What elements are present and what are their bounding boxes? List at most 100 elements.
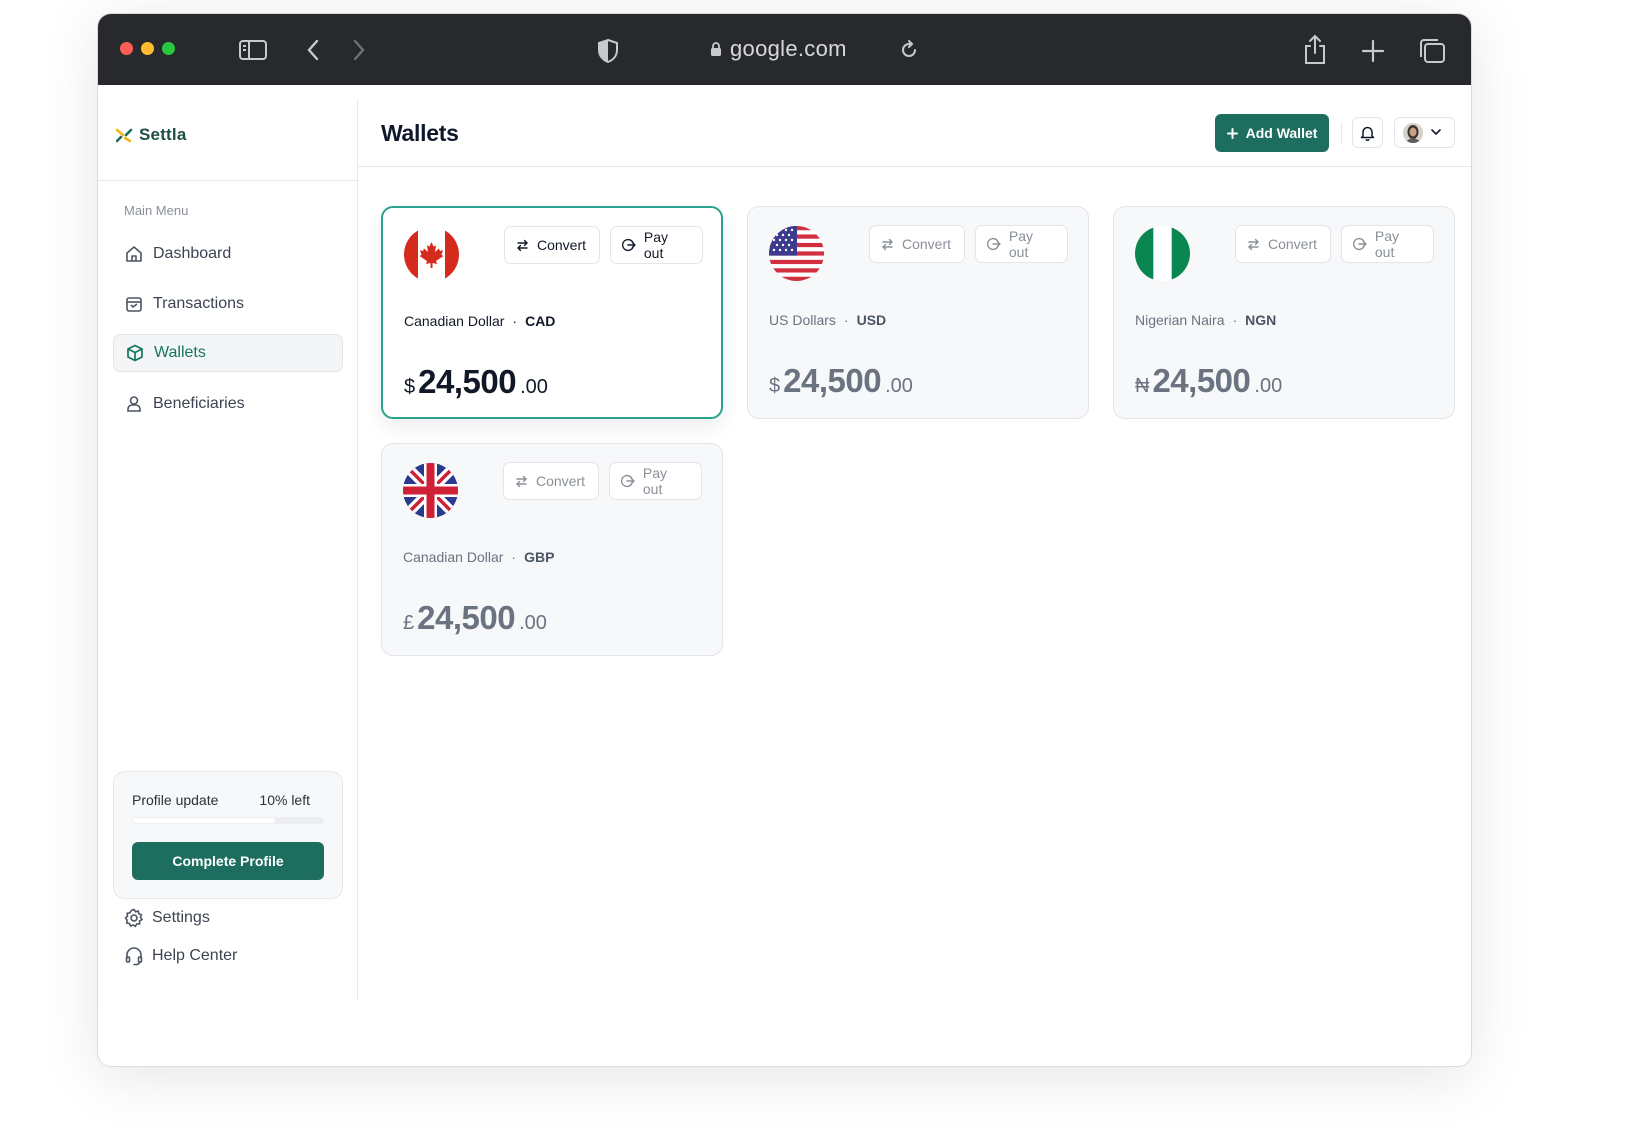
currency-symbol: $ xyxy=(769,375,781,397)
balance-decimal: .00 xyxy=(519,612,547,634)
payout-label: Pay out xyxy=(1008,228,1034,260)
profile-update-row: Profile update 10% left xyxy=(132,792,310,808)
swap-icon xyxy=(516,475,527,487)
minimize-window-button[interactable] xyxy=(141,42,154,55)
wallet-currency: Nigerian Naira · NGN xyxy=(1135,312,1276,328)
plus-icon xyxy=(1226,127,1238,139)
pay-out-button[interactable]: Pay out xyxy=(609,462,702,500)
separator-dot: · xyxy=(512,313,518,329)
balance-decimal: .00 xyxy=(520,376,548,398)
reload-icon[interactable] xyxy=(899,38,919,60)
balance-integer: 24,500 xyxy=(1152,362,1251,399)
payout-icon xyxy=(1353,237,1367,251)
tab-overview-icon[interactable] xyxy=(1417,37,1447,65)
add-wallet-button[interactable]: Add Wallet xyxy=(1215,114,1329,152)
pay-out-button[interactable]: Pay out xyxy=(1341,225,1434,263)
wallet-card-ngn[interactable]: Convert Pay out Nigerian Naira · NGN ₦ 2… xyxy=(1113,206,1455,419)
user-icon xyxy=(127,396,141,412)
balance-integer: 24,500 xyxy=(418,363,517,400)
convert-label: Convert xyxy=(536,473,586,489)
convert-button[interactable]: Convert xyxy=(503,462,599,500)
currency-symbol: ₦ xyxy=(1135,375,1150,397)
sidebar-item-label: Wallets xyxy=(154,344,206,361)
profile-update-title: Profile update xyxy=(132,792,219,808)
wallet-card-gbp[interactable]: Convert Pay out Canadian Dollar · GBP £ … xyxy=(381,443,723,656)
wallet-balance: £ 24,500 .00 xyxy=(403,599,547,637)
sidebar-item-help-center[interactable]: Help Center xyxy=(124,946,237,966)
wallet-currency-name: Canadian Dollar xyxy=(404,313,505,329)
wallet-currency: US Dollars · USD xyxy=(769,312,886,328)
sidebar-item-beneficiaries[interactable]: Beneficiaries xyxy=(113,385,343,423)
wallet-currency-name: Nigerian Naira xyxy=(1135,312,1225,328)
wallet-balance: $ 24,500 .00 xyxy=(404,363,548,401)
canada-flag-icon xyxy=(404,227,459,282)
convert-button[interactable]: Convert xyxy=(504,226,600,264)
wallet-currency-name: Canadian Dollar xyxy=(403,549,504,565)
wallet-currency: Canadian Dollar · CAD xyxy=(404,313,555,329)
wallet-card-cad[interactable]: Convert Pay out Canadian Dollar · CAD $ … xyxy=(381,206,723,419)
bell-icon xyxy=(1360,126,1375,141)
payout-label: Pay out xyxy=(643,229,669,261)
address-bar[interactable]: google.com xyxy=(710,34,847,64)
headset-icon xyxy=(125,947,143,966)
lock-icon xyxy=(711,42,721,56)
forward-icon[interactable] xyxy=(351,38,367,62)
close-window-button[interactable] xyxy=(120,42,133,55)
profile-update-remaining: 10% left xyxy=(259,792,310,808)
avatar xyxy=(1403,122,1423,143)
header-divider xyxy=(358,166,1471,167)
profile-progress-fill xyxy=(132,817,276,824)
convert-button[interactable]: Convert xyxy=(1235,225,1331,263)
app-container: Settla Main Menu Dashboard Transactions … xyxy=(98,85,1471,1066)
sidebar-item-label: Settings xyxy=(152,909,210,926)
browser-toolbar: google.com xyxy=(98,14,1471,85)
new-tab-icon[interactable] xyxy=(1361,39,1385,63)
sidebar-item-label: Help Center xyxy=(152,947,238,964)
payout-icon xyxy=(622,238,636,252)
wallet-currency: Canadian Dollar · GBP xyxy=(403,549,554,565)
convert-button[interactable]: Convert xyxy=(869,225,965,263)
back-icon[interactable] xyxy=(305,38,321,62)
balance-integer: 24,500 xyxy=(783,362,882,399)
payout-label: Pay out xyxy=(1374,228,1400,260)
pay-out-button[interactable]: Pay out xyxy=(610,226,703,264)
sidebar-item-dashboard[interactable]: Dashboard xyxy=(113,235,343,273)
sidebar-item-transactions[interactable]: Transactions xyxy=(113,285,343,323)
wallet-card-usd[interactable]: Convert Pay out US Dollars · USD $ 24,50… xyxy=(747,206,1089,419)
brand-name: Settla xyxy=(139,125,187,144)
payout-icon xyxy=(621,474,635,488)
uk-flag-icon xyxy=(403,463,458,518)
sidebar-item-wallets[interactable]: Wallets xyxy=(113,334,343,372)
chevron-down-icon xyxy=(1431,129,1441,136)
share-icon[interactable] xyxy=(1301,34,1329,66)
wallet-balance: ₦ 24,500 .00 xyxy=(1135,362,1282,400)
wallet-currency-code: USD xyxy=(856,312,887,328)
notifications-button[interactable] xyxy=(1352,117,1383,148)
add-wallet-label: Add Wallet xyxy=(1245,125,1318,141)
sidebar-divider xyxy=(98,180,357,181)
menu-caption: Main Menu xyxy=(124,203,189,218)
balance-decimal: .00 xyxy=(885,375,913,397)
sidebar-item-settings[interactable]: Settings xyxy=(124,908,210,928)
privacy-shield-icon[interactable] xyxy=(596,38,620,64)
brand-logo[interactable]: Settla xyxy=(116,125,187,145)
zoom-window-button[interactable] xyxy=(162,42,175,55)
settla-logo-icon xyxy=(116,128,133,142)
complete-profile-button[interactable]: Complete Profile xyxy=(132,842,324,880)
page-title: Wallets xyxy=(381,120,459,146)
payout-icon xyxy=(987,237,1001,251)
user-menu[interactable] xyxy=(1394,117,1455,148)
pay-out-button[interactable]: Pay out xyxy=(975,225,1068,263)
wallet-currency-code: GBP xyxy=(524,549,555,565)
wallet-balance: $ 24,500 .00 xyxy=(769,362,913,400)
swap-icon xyxy=(517,239,528,251)
convert-label: Convert xyxy=(1268,236,1318,252)
balance-integer: 24,500 xyxy=(417,599,516,636)
gear-icon xyxy=(124,908,144,928)
profile-progress-bar xyxy=(132,817,324,824)
browser-window: google.com Settla Main Menu Dashboard Tr… xyxy=(97,13,1472,1067)
calendar-icon xyxy=(126,297,142,312)
header-separator xyxy=(1341,122,1342,144)
sidebar-toggle-icon[interactable] xyxy=(238,38,268,62)
balance-decimal: .00 xyxy=(1254,375,1283,397)
